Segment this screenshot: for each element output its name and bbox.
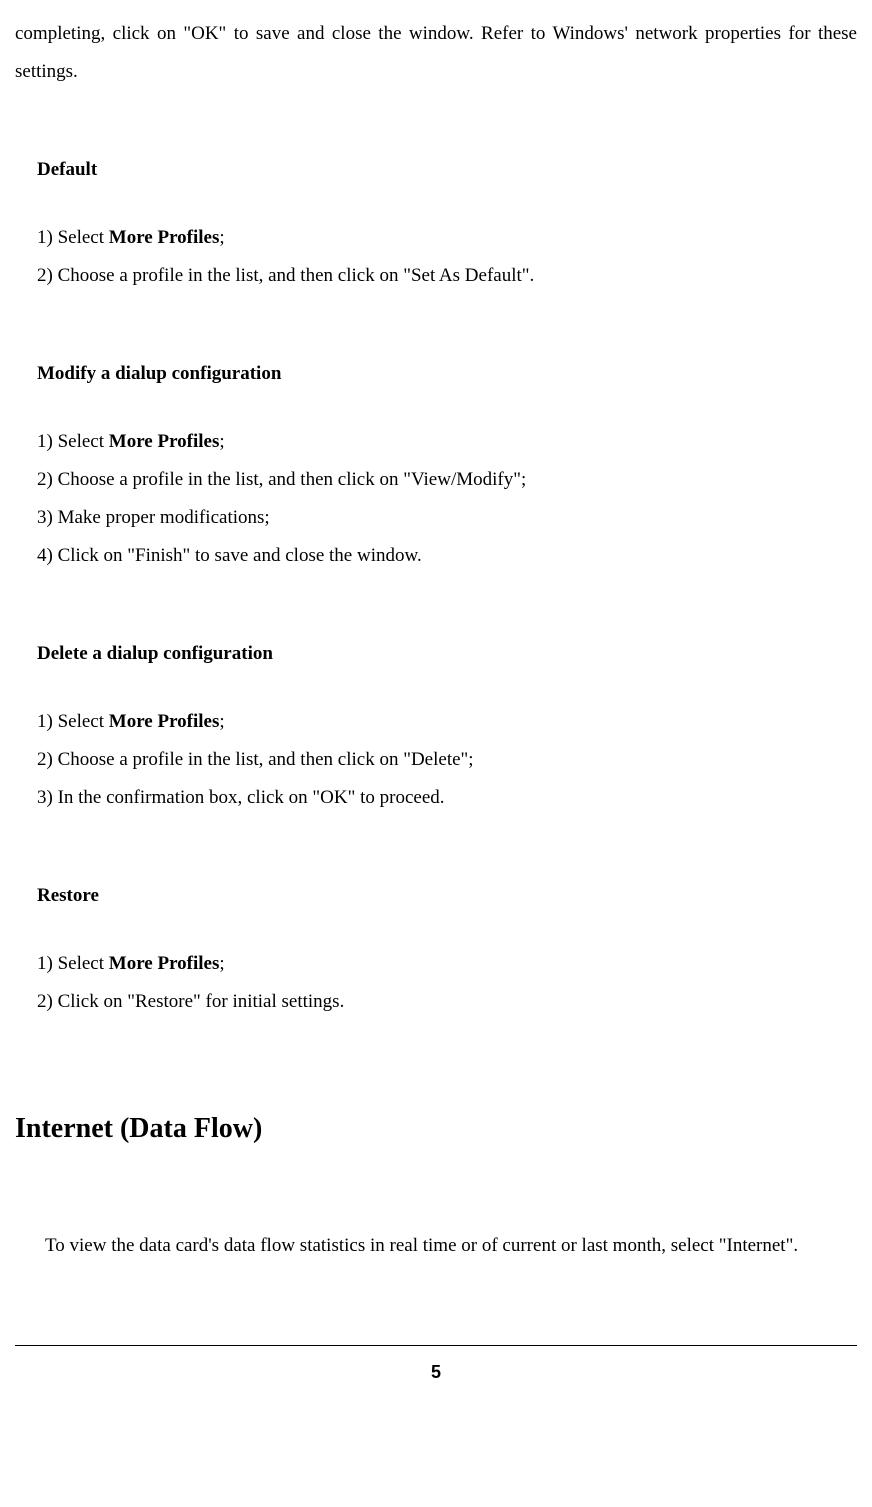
step-suffix: ; xyxy=(219,431,224,452)
delete-step-3: 3) In the confirmation box, click on "OK… xyxy=(37,779,857,817)
page-number: 5 xyxy=(431,1362,441,1382)
section-delete: Delete a dialup configuration 1) Select … xyxy=(37,635,857,817)
delete-step-1: 1) Select More Profiles; xyxy=(37,703,857,741)
intro-paragraph: completing, click on "OK" to save and cl… xyxy=(15,15,857,91)
section-restore: Restore 1) Select More Profiles; 2) Clic… xyxy=(37,877,857,1021)
step-prefix: 1) Select xyxy=(37,953,109,974)
step-prefix: 1) Select xyxy=(37,711,109,732)
step-bold: More Profiles xyxy=(109,953,220,974)
section-modify: Modify a dialup configuration 1) Select … xyxy=(37,355,857,575)
step-suffix: ; xyxy=(219,711,224,732)
default-step-2: 2) Choose a profile in the list, and the… xyxy=(37,257,857,295)
modify-step-1: 1) Select More Profiles; xyxy=(37,423,857,461)
section-title-delete: Delete a dialup configuration xyxy=(37,635,857,673)
step-suffix: ; xyxy=(219,227,224,248)
modify-step-3: 3) Make proper modifications; xyxy=(37,499,857,537)
step-bold: More Profiles xyxy=(109,431,220,452)
modify-step-4: 4) Click on "Finish" to save and close t… xyxy=(37,537,857,575)
restore-step-2: 2) Click on "Restore" for initial settin… xyxy=(37,983,857,1021)
section-title-default: Default xyxy=(37,151,857,189)
section-title-modify: Modify a dialup configuration xyxy=(37,355,857,393)
main-heading: Internet (Data Flow) xyxy=(15,1101,857,1157)
section-title-restore: Restore xyxy=(37,877,857,915)
body-paragraph: To view the data card's data flow statis… xyxy=(15,1227,857,1265)
step-suffix: ; xyxy=(219,953,224,974)
restore-step-1: 1) Select More Profiles; xyxy=(37,945,857,983)
step-bold: More Profiles xyxy=(109,711,220,732)
default-step-1: 1) Select More Profiles; xyxy=(37,219,857,257)
section-default: Default 1) Select More Profiles; 2) Choo… xyxy=(37,151,857,295)
modify-step-2: 2) Choose a profile in the list, and the… xyxy=(37,461,857,499)
step-bold: More Profiles xyxy=(109,227,220,248)
step-prefix: 1) Select xyxy=(37,431,109,452)
step-prefix: 1) Select xyxy=(37,227,109,248)
page-footer: 5 xyxy=(15,1345,857,1390)
delete-step-2: 2) Choose a profile in the list, and the… xyxy=(37,741,857,779)
